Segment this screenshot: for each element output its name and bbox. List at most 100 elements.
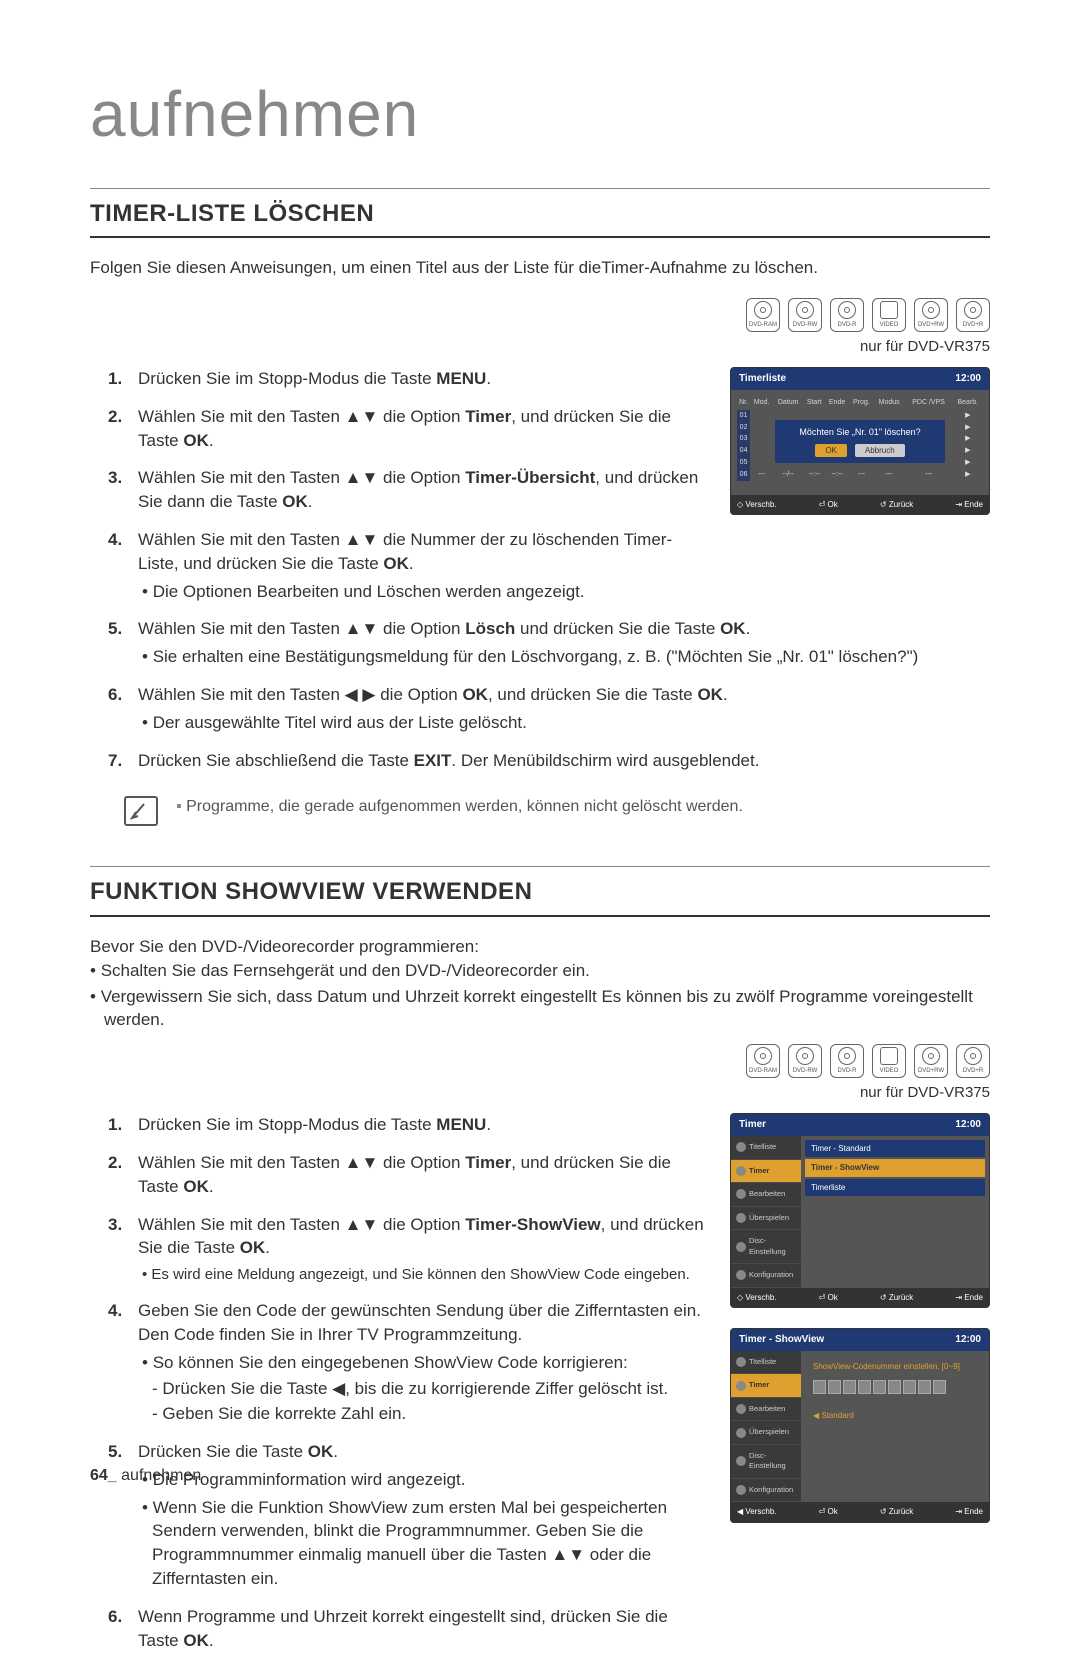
sidebar-item: Konfiguration bbox=[731, 1479, 801, 1503]
step-text: . bbox=[486, 1115, 491, 1134]
disc-label: DVD-RAM bbox=[749, 321, 777, 329]
sidebar-item: Titelliste bbox=[731, 1351, 801, 1375]
osd-clock: 12:00 bbox=[955, 372, 981, 386]
step-bold: OK bbox=[282, 492, 308, 511]
osd-body: Titelliste Timer Bearbeiten Überspielen … bbox=[731, 1351, 989, 1503]
osd-showview: Timer - ShowView 12:00 Titelliste Timer … bbox=[730, 1328, 990, 1523]
sidebar-label: Überspielen bbox=[749, 1427, 789, 1438]
step-text: . Der Menübildschirm wird ausgeblendet. bbox=[451, 751, 759, 770]
sidebar-label: Timer bbox=[749, 1380, 769, 1391]
foot-hint: ⏎ Ok bbox=[819, 499, 838, 510]
th: Bearb. bbox=[953, 396, 983, 410]
osd-clock: 12:00 bbox=[955, 1118, 981, 1132]
disc-label: DVD-R bbox=[838, 321, 857, 329]
sidebar-item: Timer bbox=[731, 1160, 801, 1184]
step-text: . bbox=[723, 685, 728, 704]
footer-label: aufnehmen bbox=[121, 1467, 201, 1484]
sidebar-label: Timer bbox=[749, 1166, 769, 1177]
sub-bullet: Es wird eine Meldung angezeigt, und Sie … bbox=[138, 1264, 710, 1285]
step: Wählen Sie mit den Tasten ▲▼ die Option … bbox=[90, 1151, 710, 1199]
step-text: Wählen Sie mit den Tasten ▲▼ die Option bbox=[138, 1215, 465, 1234]
sidebar-label: Bearbeiten bbox=[749, 1404, 785, 1415]
page-number: 64_ bbox=[90, 1467, 117, 1484]
foot-hint: ◇ Verschb. bbox=[737, 1292, 777, 1303]
osd-body: Titelliste Timer Bearbeiten Überspielen … bbox=[731, 1136, 989, 1288]
step-text: Wählen Sie mit den Tasten ▲▼ die Option bbox=[138, 619, 465, 638]
edit-icon bbox=[736, 1404, 746, 1414]
device-note: nur für DVD-VR375 bbox=[90, 336, 990, 357]
foot-hint: ⇥ Ende bbox=[955, 1506, 983, 1517]
copy-icon bbox=[736, 1213, 746, 1223]
step-text: . bbox=[333, 1442, 338, 1461]
foot-hint: ↺ Zurück bbox=[880, 499, 913, 510]
sidebar-item: Überspielen bbox=[731, 1421, 801, 1445]
copy-icon bbox=[736, 1428, 746, 1438]
osd-header: Timer 12:00 bbox=[731, 1114, 989, 1136]
step: Drücken Sie abschließend die Taste EXIT.… bbox=[90, 749, 990, 773]
osd-title: Timer bbox=[739, 1118, 766, 1132]
step: Wählen Sie mit den Tasten ▲▼ die Option … bbox=[90, 617, 990, 669]
sidebar-item: Bearbeiten bbox=[731, 1183, 801, 1207]
foot-hint: ↺ Zurück bbox=[880, 1506, 913, 1517]
sub-bullet: Der ausgewählte Titel wird aus der Liste… bbox=[138, 711, 990, 735]
dialog-text: Möchten Sie „Nr. 01" löschen? bbox=[785, 426, 935, 439]
osd-title: Timerliste bbox=[739, 372, 786, 386]
disc-icon: DVD+RW bbox=[914, 1044, 948, 1078]
disc-icon: DVD-RAM bbox=[746, 1044, 780, 1078]
disc-icon: DVD+R bbox=[956, 298, 990, 332]
note-text: Programme, die gerade aufgenommen werden… bbox=[176, 796, 743, 818]
foot-hint: ⇥ Ende bbox=[955, 1292, 983, 1303]
section1-steps-cont: Wählen Sie mit den Tasten ▲▼ die Option … bbox=[90, 617, 990, 772]
step-text: . bbox=[209, 1177, 214, 1196]
step-text: . bbox=[209, 1631, 214, 1650]
sidebar-label: Titelliste bbox=[749, 1357, 776, 1368]
step: Drücken Sie im Stopp-Modus die Taste MEN… bbox=[90, 367, 710, 391]
section1-intro: Folgen Sie diesen Anweisungen, um einen … bbox=[90, 256, 990, 280]
sidebar-label: Konfiguration bbox=[749, 1270, 793, 1281]
dialog-ok-button: OK bbox=[815, 444, 847, 457]
step: Drücken Sie im Stopp-Modus die Taste MEN… bbox=[90, 1113, 710, 1137]
step-bold: OK bbox=[183, 1177, 209, 1196]
step: Wählen Sie mit den Tasten ▲▼ die Option … bbox=[90, 405, 710, 453]
step-text: Wählen Sie mit den Tasten ▲▼ die Option bbox=[138, 407, 465, 426]
disc-icon bbox=[736, 1456, 746, 1466]
table-row: 06-----/----:----:-----------▶ bbox=[737, 469, 983, 481]
sidebar-label: Konfiguration bbox=[749, 1485, 793, 1496]
osd-header: Timerliste 12:00 bbox=[731, 368, 989, 390]
osd-footer: ◇ Verschb. ⏎ Ok ↺ Zurück ⇥ Ende bbox=[731, 495, 989, 514]
sidebar-label: Titelliste bbox=[749, 1142, 776, 1153]
osd-sidebar: Titelliste Timer Bearbeiten Überspielen … bbox=[731, 1136, 801, 1288]
device-note: nur für DVD-VR375 bbox=[90, 1082, 990, 1103]
th: Mod. bbox=[750, 396, 773, 410]
sidebar-item: Disc-Einstellung bbox=[731, 1230, 801, 1264]
disc-label: DVD+R bbox=[963, 1067, 984, 1075]
menu-option: Timerliste bbox=[805, 1179, 985, 1196]
step-bold: Timer bbox=[465, 1153, 511, 1172]
step-bold: OK bbox=[383, 554, 409, 573]
sub-bullet: Sie erhalten eine Bestätigungsmeldung fü… bbox=[138, 645, 990, 669]
disc-label: DVD-R bbox=[838, 1067, 857, 1075]
gear-icon bbox=[736, 1485, 746, 1495]
sub-bullet: Die Programminformation wird angezeigt. bbox=[138, 1468, 710, 1492]
step-bold: OK bbox=[720, 619, 746, 638]
step-bold: OK bbox=[183, 431, 209, 450]
step-bold: Lösch bbox=[465, 619, 515, 638]
step: Geben Sie den Code der gewünschten Sendu… bbox=[90, 1299, 710, 1426]
disc-icon: DVD+RW bbox=[914, 298, 948, 332]
osd-timer-menu: Timer 12:00 Titelliste Timer Bearbeiten … bbox=[730, 1113, 990, 1308]
sidebar-item: Titelliste bbox=[731, 1136, 801, 1160]
step-text: Drücken Sie die Taste bbox=[138, 1442, 308, 1461]
disc-label: DVD+RW bbox=[918, 321, 944, 329]
sidebar-label: Disc-Einstellung bbox=[749, 1451, 796, 1472]
disc-label: DVD-RAM bbox=[749, 1067, 777, 1075]
list-icon bbox=[736, 1142, 746, 1152]
sidebar-item: Timer bbox=[731, 1374, 801, 1398]
foot-hint: ⏎ Ok bbox=[819, 1292, 838, 1303]
step-text: . bbox=[209, 431, 214, 450]
disc-icon: DVD+R bbox=[956, 1044, 990, 1078]
osd-main: ShowView-Codenummer einstellen. [0~9] St… bbox=[801, 1351, 989, 1503]
section2-intro-bullets: Schalten Sie das Fernsehgerät und den DV… bbox=[90, 959, 990, 1032]
note-icon bbox=[124, 796, 158, 826]
th: Nr. bbox=[737, 396, 750, 410]
osd-title: Timer - ShowView bbox=[739, 1333, 824, 1347]
